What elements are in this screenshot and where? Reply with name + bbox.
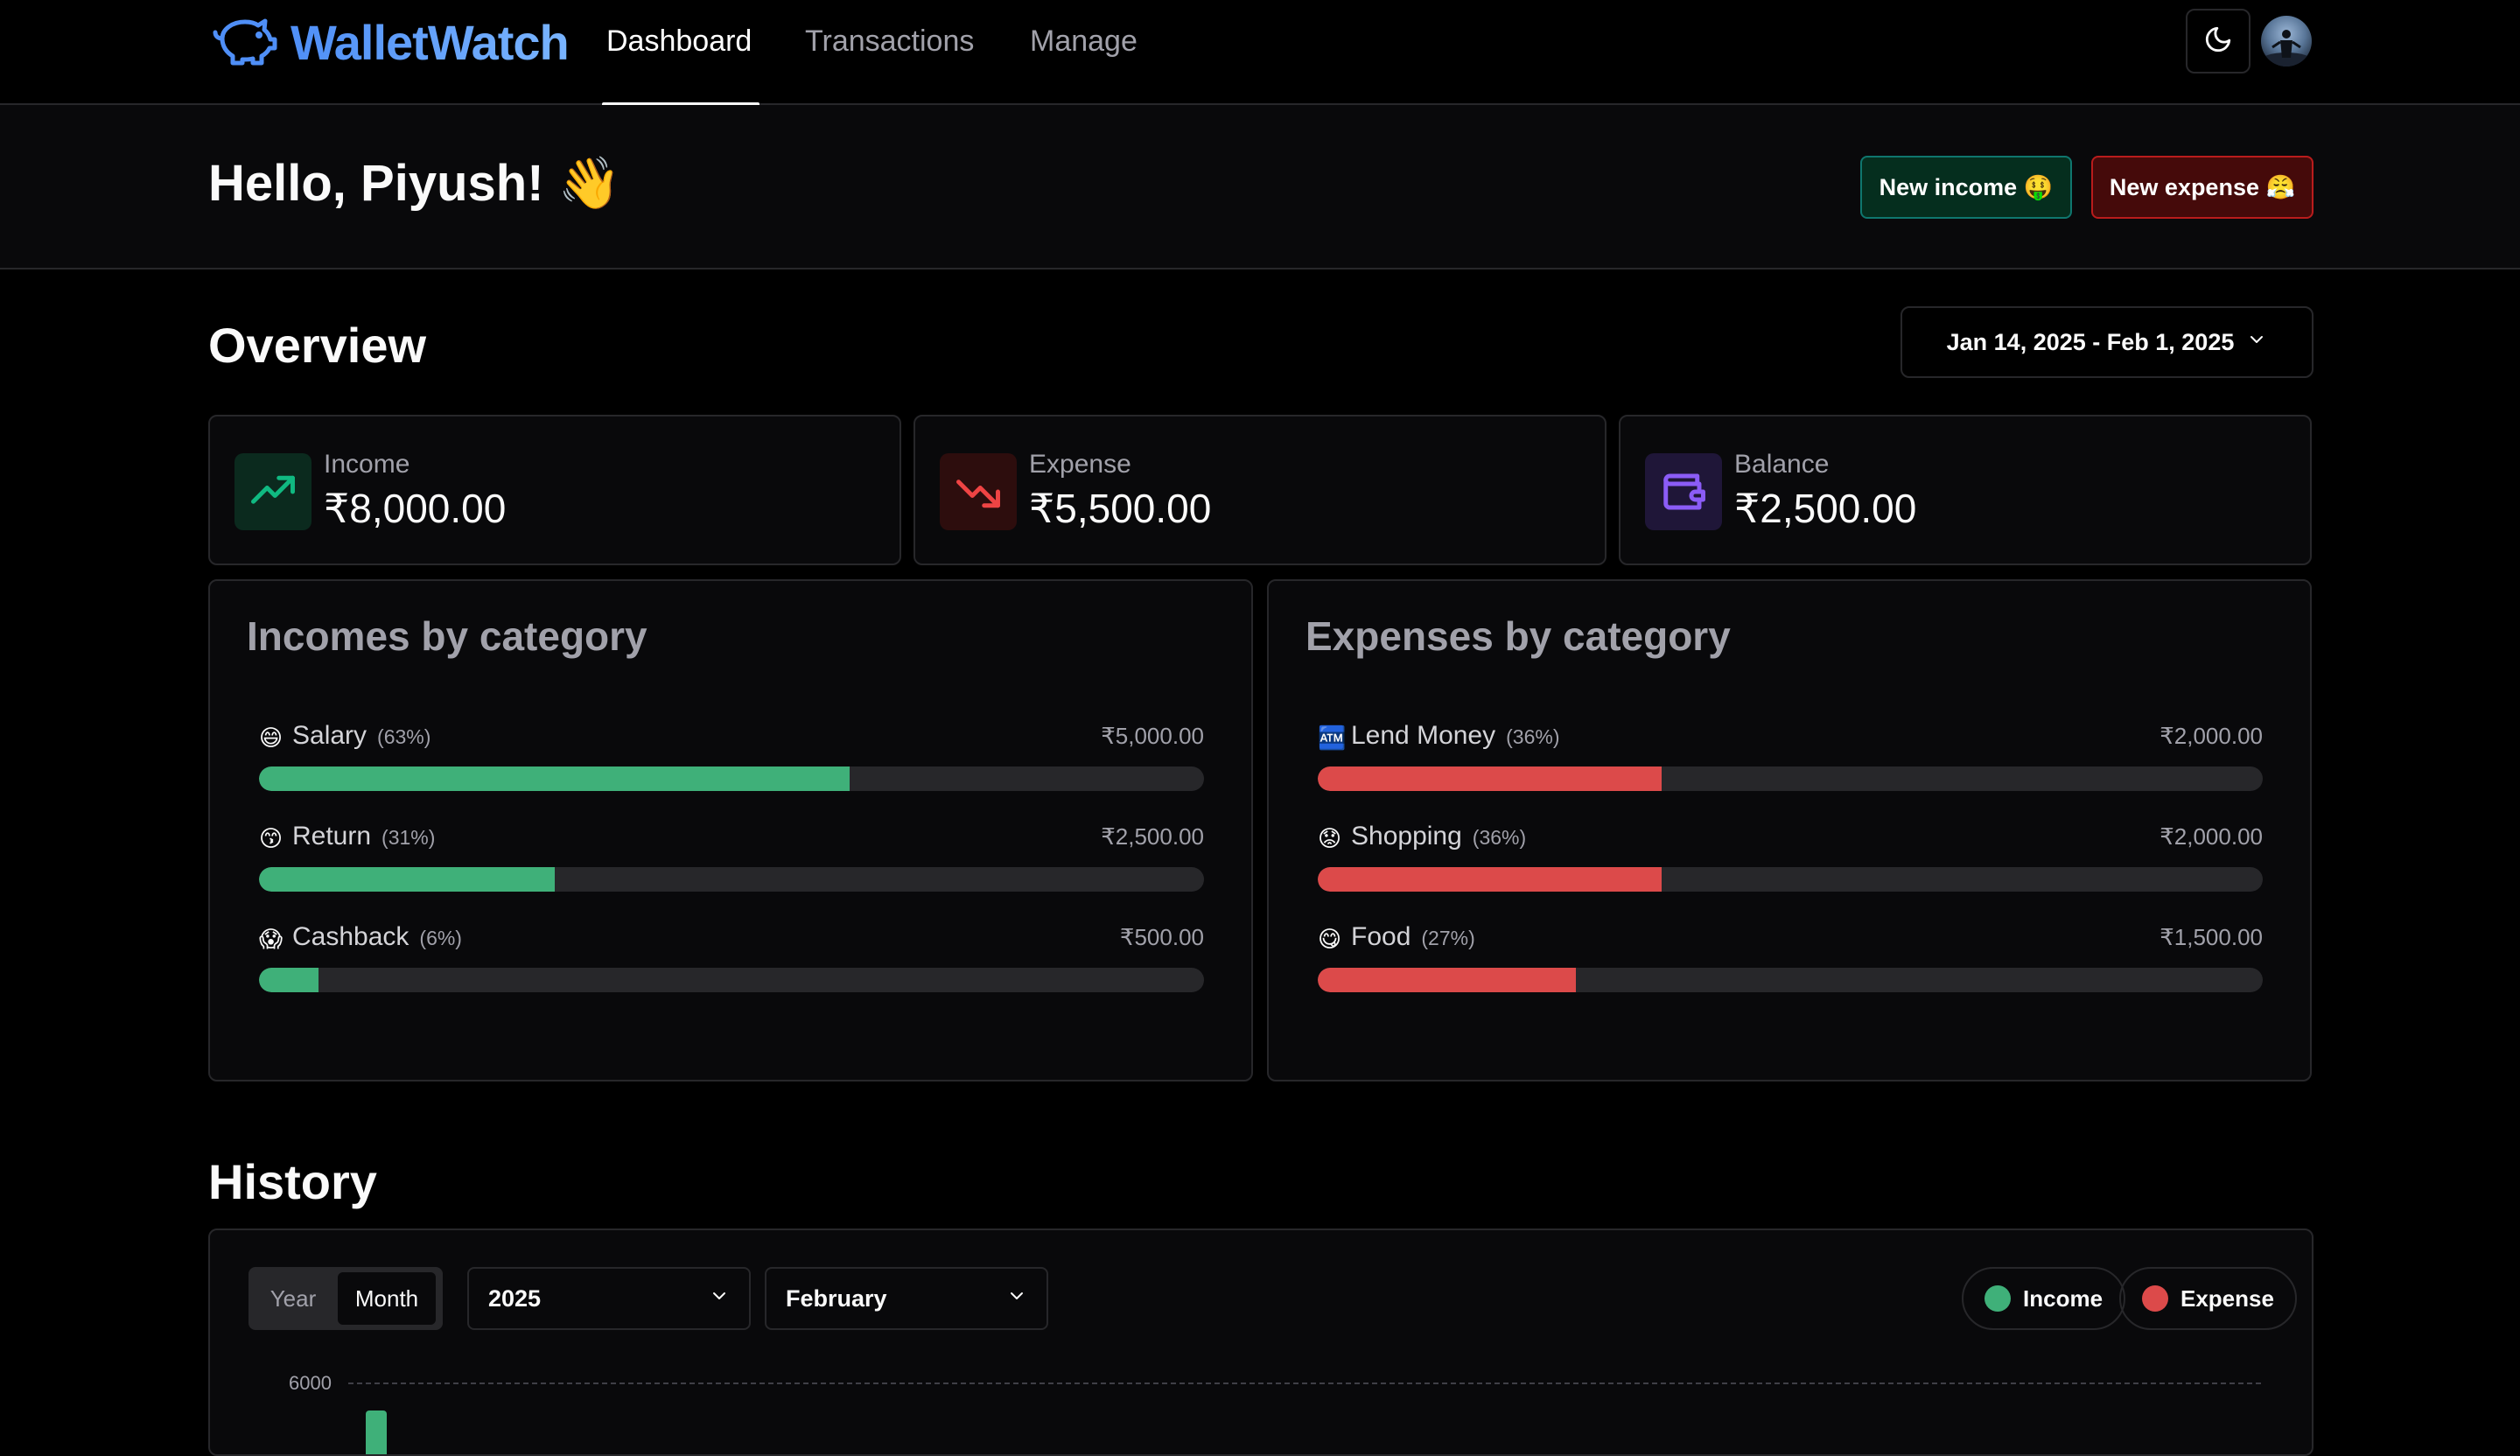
category-name: Salary — [292, 721, 368, 750]
income-category-row: 😱 Cashback (6%) ₹500.00 — [259, 922, 1204, 992]
moon-icon — [2203, 24, 2233, 59]
legend-income[interactable]: Income — [1962, 1267, 2126, 1330]
expenses-by-category-title: Expenses by category — [1306, 613, 1731, 659]
category-amount: ₹500.00 — [1119, 924, 1204, 950]
income-category-row: 😙 Return (31%) ₹2,500.00 — [259, 822, 1204, 892]
category-progress-fill — [1318, 867, 1662, 892]
history-title: History — [208, 1154, 377, 1209]
category-emoji: 😋 — [1318, 926, 1342, 952]
incomes-by-category-title: Incomes by category — [247, 613, 648, 659]
y-axis-tick-label: 6000 — [289, 1372, 332, 1394]
expense-category-row: 😟 Shopping (36%) ₹2,000.00 — [1318, 822, 2263, 892]
new-income-button[interactable]: New income 🤑 — [1860, 156, 2072, 219]
overview-title: Overview — [208, 318, 427, 373]
category-percent: (36%) — [1472, 826, 1527, 849]
category-progress-track — [1318, 968, 2263, 992]
category-name: Shopping — [1351, 822, 1462, 850]
date-range-label: Jan 14, 2025 - Feb 1, 2025 — [1946, 328, 2235, 355]
category-percent: (6%) — [419, 927, 462, 949]
month-select[interactable]: February — [765, 1267, 1048, 1330]
income-stat-card: Income ₹8,000.00 — [208, 415, 901, 565]
category-percent: (63%) — [377, 725, 431, 748]
expenses-by-category-card: Expenses by category 🏧 Lend Money (36%) ₹… — [1267, 579, 2312, 1082]
category-progress-track — [1318, 766, 2263, 791]
category-amount: ₹2,000.00 — [2160, 823, 2263, 850]
month-select-value: February — [786, 1284, 887, 1312]
category-percent: (27%) — [1421, 927, 1475, 949]
nav-dashboard[interactable]: Dashboard — [606, 21, 752, 61]
category-amount: ₹2,500.00 — [1101, 823, 1204, 850]
user-avatar[interactable] — [2261, 16, 2312, 66]
category-name: Return — [292, 822, 372, 850]
income-stat-value: ₹8,000.00 — [324, 486, 507, 531]
category-name: Food — [1351, 922, 1411, 951]
income-category-row: 😄 Salary (63%) ₹5,000.00 — [259, 721, 1204, 791]
greeting-band: Hello, Piyush! 👋 New income 🤑 New expens… — [0, 105, 2520, 270]
balance-stat-card: Balance ₹2,500.00 — [1619, 415, 2312, 565]
category-name: Cashback — [292, 922, 410, 951]
chevron-down-icon — [709, 1285, 730, 1312]
category-progress-fill — [259, 766, 850, 791]
top-navbar: WalletWatch Dashboard Transactions Manag… — [0, 0, 2520, 107]
balance-stat-value: ₹2,500.00 — [1734, 486, 1917, 531]
new-expense-button[interactable]: New expense 😤 — [2091, 156, 2314, 219]
legend-income-label: Income — [2023, 1284, 2104, 1312]
category-amount: ₹1,500.00 — [2160, 924, 2263, 950]
category-emoji: 😟 — [1318, 825, 1342, 851]
wallet-icon — [1645, 453, 1722, 530]
balance-stat-label: Balance — [1734, 450, 1830, 479]
theme-toggle-button[interactable] — [2186, 9, 2250, 74]
category-percent: (36%) — [1506, 725, 1560, 748]
legend-expense[interactable]: Expense — [2119, 1267, 2297, 1330]
tab-month[interactable]: Month — [338, 1272, 436, 1325]
trending-up-icon — [234, 453, 312, 530]
expense-stat-value: ₹5,500.00 — [1029, 486, 1212, 531]
category-progress-track — [259, 968, 1204, 992]
trending-down-icon — [940, 453, 1017, 530]
category-progress-fill — [259, 867, 555, 892]
category-emoji: 😄 — [259, 724, 284, 751]
category-progress-track — [1318, 867, 2263, 892]
category-progress-fill — [1318, 968, 1576, 992]
nav-transactions[interactable]: Transactions — [805, 21, 974, 61]
chevron-down-icon — [1006, 1285, 1027, 1312]
category-progress-fill — [1318, 766, 1662, 791]
nav-manage[interactable]: Manage — [1030, 21, 1138, 61]
category-progress-track — [259, 766, 1204, 791]
category-percent: (31%) — [382, 826, 436, 849]
expense-stat-card: Expense ₹5,500.00 — [914, 415, 1606, 565]
category-progress-track — [259, 867, 1204, 892]
year-select-value: 2025 — [488, 1284, 542, 1312]
category-emoji: 😱 — [259, 926, 284, 952]
category-name: Lend Money — [1351, 721, 1496, 750]
date-range-picker[interactable]: Jan 14, 2025 - Feb 1, 2025 — [1900, 306, 2314, 378]
expense-dot-icon — [2142, 1285, 2168, 1312]
legend-expense-label: Expense — [2180, 1284, 2274, 1312]
chevron-down-icon — [2246, 329, 2267, 356]
year-select[interactable]: 2025 — [467, 1267, 751, 1330]
tab-year[interactable]: Year — [254, 1272, 332, 1325]
expense-category-row: 😋 Food (27%) ₹1,500.00 — [1318, 922, 2263, 992]
income-dot-icon — [1984, 1285, 2011, 1312]
app-logo[interactable]: WalletWatch — [210, 12, 570, 73]
app-name: WalletWatch — [290, 14, 570, 70]
category-amount: ₹5,000.00 — [1101, 723, 1204, 749]
history-card: Year Month 2025 February Income Expense … — [208, 1228, 2314, 1456]
period-toggle: Year Month — [248, 1267, 443, 1330]
incomes-by-category-card: Incomes by category 😄 Salary (63%) ₹5,000… — [208, 579, 1253, 1082]
greeting-heading: Hello, Piyush! 👋 — [208, 155, 621, 212]
category-amount: ₹2,000.00 — [2160, 723, 2263, 749]
expense-category-row: 🏧 Lend Money (36%) ₹2,000.00 — [1318, 721, 2263, 791]
expense-stat-label: Expense — [1029, 450, 1131, 479]
category-progress-fill — [259, 968, 318, 992]
category-emoji: 😙 — [259, 825, 284, 851]
chart-gridline — [348, 1382, 2261, 1384]
income-stat-label: Income — [324, 450, 410, 479]
piggy-bank-icon — [210, 12, 278, 73]
category-emoji: 🏧 — [1318, 724, 1347, 751]
